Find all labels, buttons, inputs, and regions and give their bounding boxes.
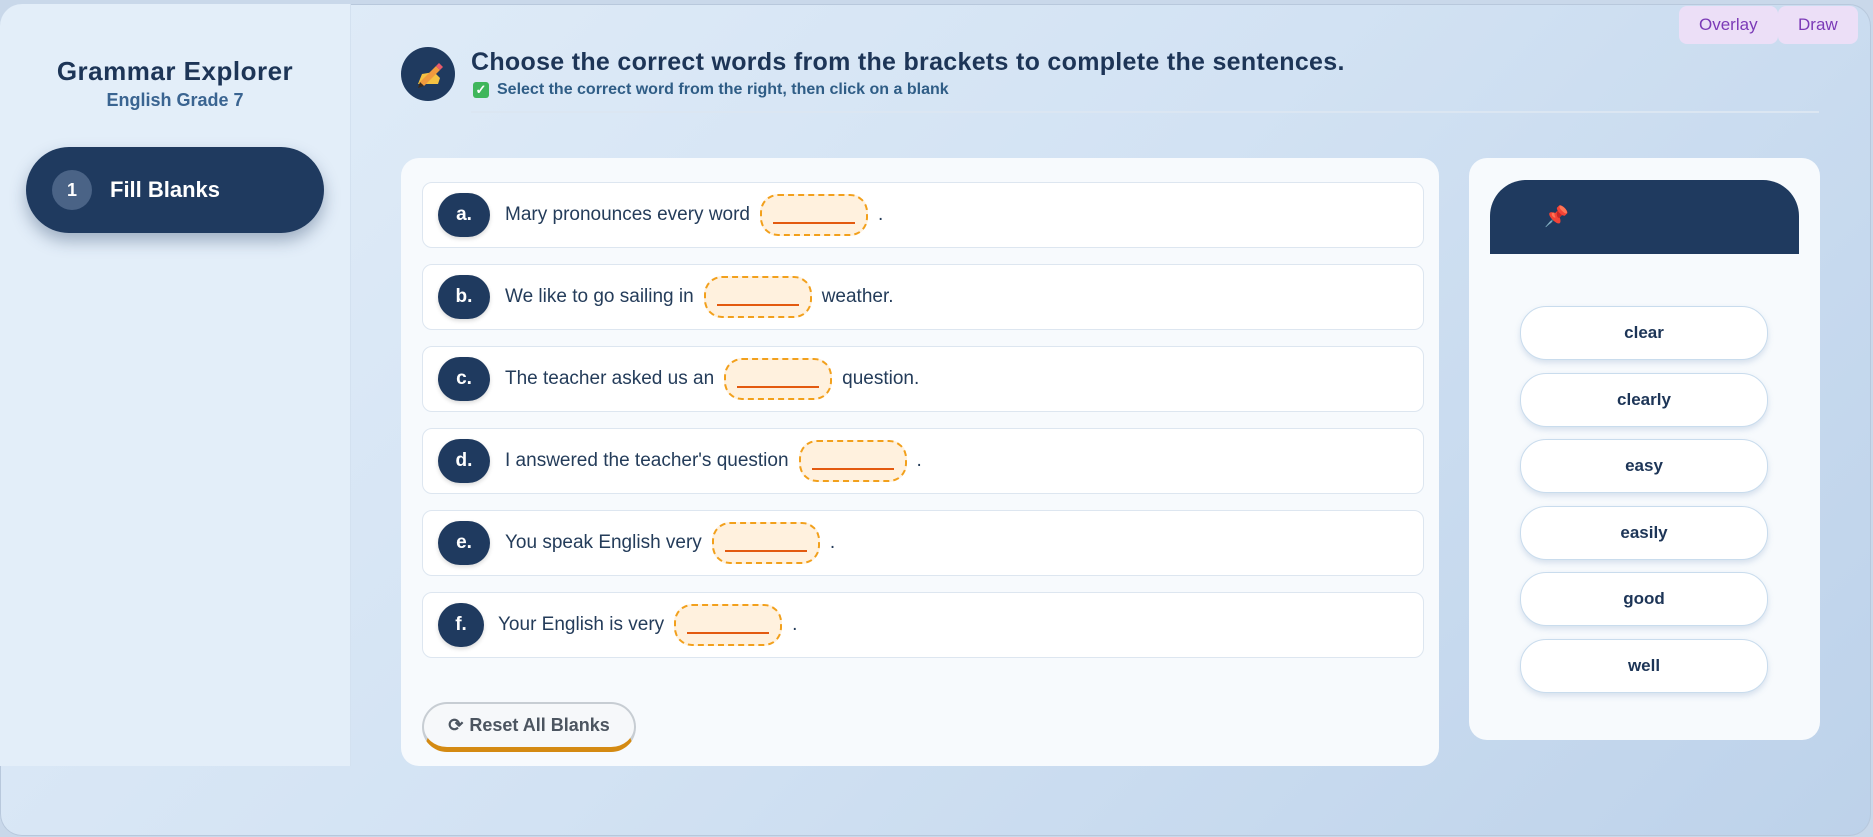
blank-slot-a[interactable] xyxy=(760,194,868,236)
sidebar-item-fill-blanks[interactable]: 1 Fill Blanks xyxy=(26,147,324,233)
word-option[interactable]: good xyxy=(1520,572,1768,626)
sentence-row: c. The teacher asked us an question. xyxy=(422,346,1424,412)
word-bank-header: 📌 xyxy=(1490,180,1799,254)
pushpin-icon: 📌 xyxy=(1544,206,1569,228)
sidebar-item-label: Fill Blanks xyxy=(110,177,221,202)
refresh-icon: ⟳ xyxy=(448,715,464,735)
sentence-row: b. We like to go sailing in weather. xyxy=(422,264,1424,330)
sentence-letter: c. xyxy=(438,357,490,401)
sentence-text-after: weather. xyxy=(821,286,894,307)
sentence-text-after: . xyxy=(916,450,922,471)
sentence-row: a. Mary pronounces every word . xyxy=(422,182,1424,248)
instruction-text: ✓ Select the correct word from the right… xyxy=(473,81,949,99)
sentence-text-before: I answered the teacher's question xyxy=(505,450,789,471)
pencil-writing-icon xyxy=(401,47,455,101)
sentence-text-after: question. xyxy=(842,368,920,389)
sentence-text-before: We like to go sailing in xyxy=(505,286,694,307)
app-window: Grammar Explorer English Grade 7 1 Fill … xyxy=(0,4,1871,836)
blank-slot-c[interactable] xyxy=(724,358,833,400)
word-option[interactable]: clear xyxy=(1520,306,1768,360)
sentence-row: f. Your English is very . xyxy=(422,592,1424,658)
blank-slot-d[interactable] xyxy=(798,440,907,482)
reset-all-button[interactable]: ⟳ Reset All Blanks xyxy=(422,702,636,752)
draw-button[interactable]: Draw xyxy=(1778,6,1858,44)
sentence-text-before: The teacher asked us an xyxy=(505,368,715,389)
word-option[interactable]: clearly xyxy=(1520,373,1768,427)
page-title: Choose the correct words from the bracke… xyxy=(471,48,1345,76)
overlay-button[interactable]: Overlay xyxy=(1679,6,1778,44)
sentence-letter: b. xyxy=(438,275,490,319)
instruction-label: Select the correct word from the right, … xyxy=(497,81,949,98)
blank-slot-b[interactable] xyxy=(703,276,812,318)
sentence-text-before: You speak English very xyxy=(505,532,702,553)
sentence-letter: f. xyxy=(438,603,484,647)
sentence-text-before: Your English is very xyxy=(498,614,665,635)
word-bank-panel: 📌 clear clearly easy easily good well xyxy=(1469,158,1820,740)
sentence-text-before: Mary pronounces every word xyxy=(505,204,750,225)
sentence-letter: e. xyxy=(438,521,490,565)
checkbox-icon: ✓ xyxy=(473,82,489,98)
sentence-text-after: . xyxy=(829,532,836,553)
sidebar-item-number: 1 xyxy=(52,170,92,210)
sidebar: Grammar Explorer English Grade 7 1 Fill … xyxy=(0,4,351,766)
word-option[interactable]: easily xyxy=(1520,506,1768,560)
sentence-row: e. You speak English very . xyxy=(422,510,1424,576)
sentences-panel: a. Mary pronounces every word . b. We li… xyxy=(401,158,1439,766)
reset-label: Reset All Blanks xyxy=(469,715,610,735)
app-subtitle: English Grade 7 xyxy=(106,90,244,110)
app-title: Grammar Explorer xyxy=(56,56,294,86)
sentence-text-after: . xyxy=(792,614,798,635)
sentence-letter: d. xyxy=(438,439,490,483)
header-divider xyxy=(471,111,1819,113)
blank-slot-f[interactable] xyxy=(674,604,783,646)
sentence-text-after: . xyxy=(878,204,884,225)
word-option[interactable]: easy xyxy=(1520,439,1768,493)
sentence-row: d. I answered the teacher's question . xyxy=(422,428,1424,494)
word-option[interactable]: well xyxy=(1520,639,1768,693)
sentence-letter: a. xyxy=(438,193,490,237)
blank-slot-e[interactable] xyxy=(711,522,820,564)
